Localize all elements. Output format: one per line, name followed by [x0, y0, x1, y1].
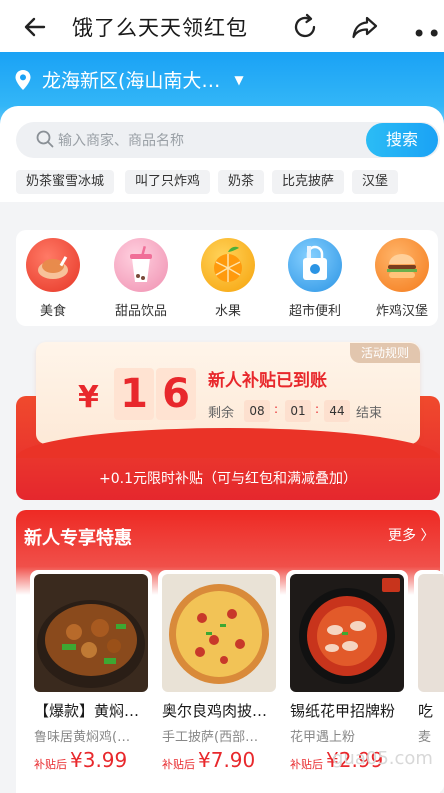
- product-image-partial: [418, 574, 444, 692]
- orange-icon: [201, 238, 255, 292]
- new-user-subsidy-title: 新人补贴已到账: [208, 371, 327, 391]
- search-placeholder: 输入商家、商品名称: [58, 133, 184, 149]
- limited-subsidy-text: +0.1元限时补贴（可与红包和满减叠加）: [99, 471, 357, 487]
- countdown-hours: 08: [244, 400, 270, 422]
- product-image-pizza: [162, 574, 276, 692]
- countdown-seconds: 44: [324, 400, 350, 422]
- price-label: 补贴后: [290, 758, 323, 771]
- category-supermarket[interactable]: 超市便利: [280, 238, 350, 319]
- countdown-separator: :: [274, 402, 279, 416]
- hot-tag[interactable]: 比克披萨: [272, 170, 345, 194]
- price-label: 补贴后: [34, 758, 67, 771]
- deals-more-link[interactable]: 更多 〉: [388, 525, 434, 545]
- price-label: 补贴后: [162, 758, 195, 771]
- product-price: ¥3.99: [70, 748, 128, 772]
- category-fruit[interactable]: 水果: [193, 238, 263, 319]
- product-price: ¥7.90: [198, 748, 256, 772]
- countdown-separator: :: [315, 402, 320, 416]
- watermark: gua05.com: [332, 748, 433, 769]
- bubble-tea-icon: [114, 238, 168, 292]
- burger-icon: [375, 238, 429, 292]
- location-selector[interactable]: 龙海新区(海山南大… ▼: [14, 66, 244, 93]
- category-label: 美食: [39, 304, 66, 319]
- page-title: 饿了么天天领红包: [72, 16, 248, 40]
- category-label: 水果: [214, 304, 241, 319]
- hot-tag[interactable]: 汉堡: [352, 170, 399, 194]
- more-options-icon[interactable]: •••: [412, 20, 444, 48]
- category-desserts-drinks[interactable]: 甜品饮品: [106, 238, 176, 319]
- shop-name: 鲁味居黄焖鸡(…: [34, 730, 131, 745]
- product-image-clam-noodles: [290, 574, 404, 692]
- category-label: 超市便利: [288, 304, 341, 319]
- shop-name: 手工披萨(西部…: [162, 730, 259, 745]
- remaining-label: 剩余: [208, 406, 235, 421]
- product-name: 【爆款】黄焖…: [34, 702, 140, 720]
- amount-digit: 1: [114, 368, 154, 420]
- back-arrow-icon[interactable]: [20, 12, 50, 42]
- product-card[interactable]: 【爆款】黄焖… 鲁味居黄焖鸡(… 补贴后 ¥3.99: [30, 570, 152, 793]
- shop-name: 花甲遇上粉: [290, 730, 356, 745]
- search-icon: [36, 130, 54, 148]
- product-image-braised-chicken: [34, 574, 148, 692]
- share-icon[interactable]: [350, 12, 380, 42]
- activity-rules-button[interactable]: 活动规则: [350, 343, 420, 363]
- countdown-minutes: 01: [285, 400, 311, 422]
- food-icon: [26, 238, 80, 292]
- category-label: 甜品饮品: [114, 304, 167, 319]
- hot-tag[interactable]: 叫了只炸鸡: [125, 170, 211, 194]
- category-fried-chicken-burger[interactable]: 炸鸡汉堡: [367, 238, 437, 319]
- currency-symbol: ¥: [78, 380, 99, 415]
- search-button[interactable]: 搜索: [366, 123, 438, 157]
- product-name: 奥尔良鸡肉披…: [162, 702, 268, 720]
- hot-tag[interactable]: 奶茶: [218, 170, 265, 194]
- deals-title: 新人专享特惠: [24, 528, 132, 549]
- end-label: 结束: [356, 406, 383, 421]
- shop-name: 麦: [418, 730, 432, 745]
- category-label: 炸鸡汉堡: [375, 304, 428, 319]
- category-food[interactable]: 美食: [18, 238, 88, 319]
- product-name: 锡纸花甲招牌粉: [290, 702, 396, 720]
- caret-down-icon: ▼: [234, 72, 244, 87]
- shopping-bag-icon: [288, 238, 342, 292]
- product-name: 吃: [418, 702, 434, 720]
- refresh-icon[interactable]: [290, 12, 320, 42]
- amount-digit: 6: [156, 368, 196, 420]
- hot-tag[interactable]: 奶茶蜜雪冰城: [16, 170, 115, 194]
- location-text: 龙海新区(海山南大…: [42, 70, 221, 92]
- product-card[interactable]: 奥尔良鸡肉披… 手工披萨(西部… 补贴后 ¥7.90: [158, 570, 280, 793]
- location-pin-icon: [15, 69, 31, 90]
